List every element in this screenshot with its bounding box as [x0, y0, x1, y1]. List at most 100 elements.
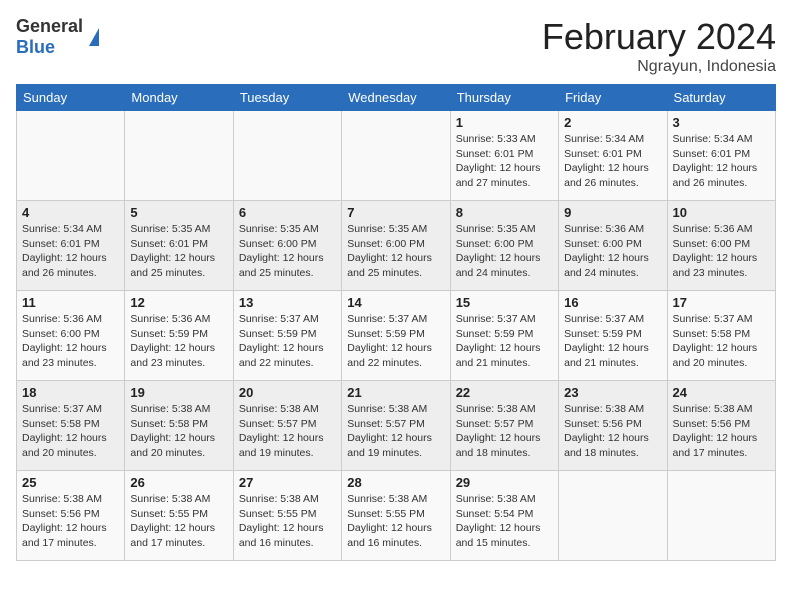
day-info: Sunrise: 5:37 AMSunset: 5:59 PMDaylight:… [239, 312, 336, 371]
day-number: 23 [564, 385, 661, 400]
day-info: Sunrise: 5:38 AMSunset: 5:55 PMDaylight:… [130, 492, 227, 551]
calendar-cell: 27 Sunrise: 5:38 AMSunset: 5:55 PMDayligh… [233, 471, 341, 561]
day-number: 6 [239, 205, 336, 220]
calendar-cell: 5Sunrise: 5:35 AMSunset: 6:01 PMDaylight… [125, 201, 233, 291]
day-number: 4 [22, 205, 119, 220]
calendar-cell [667, 471, 775, 561]
calendar-cell: 2 Sunrise: 5:34 AMSunset: 6:01 PMDaylight… [559, 111, 667, 201]
day-number: 10 [673, 205, 770, 220]
day-info: Sunrise: 5:37 AMSunset: 5:59 PMDaylight:… [456, 312, 553, 371]
day-info: Sunrise: 5:37 AMSunset: 5:58 PMDaylight:… [673, 312, 770, 371]
day-info: Sunrise: 5:38 AMSunset: 5:56 PMDaylight:… [22, 492, 119, 551]
calendar-cell: 9 Sunrise: 5:36 AMSunset: 6:00 PMDaylight… [559, 201, 667, 291]
title-block: February 2024 Ngrayun, Indonesia [542, 16, 776, 76]
calendar-cell: 17 Sunrise: 5:37 AMSunset: 5:58 PMDayligh… [667, 291, 775, 381]
calendar-cell [233, 111, 341, 201]
weekday-header-thursday: Thursday [450, 85, 558, 111]
calendar-cell [342, 111, 450, 201]
day-info: Sunrise: 5:37 AMSunset: 5:58 PMDaylight:… [22, 402, 119, 461]
day-number: 13 [239, 295, 336, 310]
day-info: Sunrise: 5:38 AMSunset: 5:58 PMDaylight:… [130, 402, 227, 461]
calendar-week-1: 1 Sunrise: 5:33 AMSunset: 6:01 PMDaylight… [17, 111, 776, 201]
day-number: 12 [130, 295, 227, 310]
weekday-header-wednesday: Wednesday [342, 85, 450, 111]
day-number: 21 [347, 385, 444, 400]
calendar-cell [559, 471, 667, 561]
day-number: 27 [239, 475, 336, 490]
day-info: Sunrise: 5:37 AMSunset: 5:59 PMDaylight:… [347, 312, 444, 371]
calendar-cell: 10Sunrise: 5:36 AMSunset: 6:00 PMDayligh… [667, 201, 775, 291]
day-info: Sunrise: 5:38 AMSunset: 5:54 PMDaylight:… [456, 492, 553, 551]
day-number: 18 [22, 385, 119, 400]
day-number: 24 [673, 385, 770, 400]
logo: General Blue [16, 16, 99, 58]
day-number: 8 [456, 205, 553, 220]
day-number: 26 [130, 475, 227, 490]
day-info: Sunrise: 5:36 AMSunset: 6:00 PMDaylight:… [22, 312, 119, 371]
calendar-cell: 7 Sunrise: 5:35 AMSunset: 6:00 PMDaylight… [342, 201, 450, 291]
calendar-cell [17, 111, 125, 201]
day-number: 9 [564, 205, 661, 220]
day-info: Sunrise: 5:38 AMSunset: 5:55 PMDaylight:… [239, 492, 336, 551]
day-info: Sunrise: 5:38 AMSunset: 5:57 PMDaylight:… [456, 402, 553, 461]
logo-general: General [16, 16, 83, 36]
day-number: 17 [673, 295, 770, 310]
calendar-cell: 28 Sunrise: 5:38 AMSunset: 5:55 PMDayligh… [342, 471, 450, 561]
calendar-cell: 21 Sunrise: 5:38 AMSunset: 5:57 PMDayligh… [342, 381, 450, 471]
calendar-cell: 14Sunrise: 5:37 AMSunset: 5:59 PMDayligh… [342, 291, 450, 381]
day-info: Sunrise: 5:38 AMSunset: 5:55 PMDaylight:… [347, 492, 444, 551]
day-info: Sunrise: 5:35 AMSunset: 6:00 PMDaylight:… [347, 222, 444, 281]
calendar-week-3: 11Sunrise: 5:36 AMSunset: 6:00 PMDayligh… [17, 291, 776, 381]
month-title: February 2024 [542, 16, 776, 58]
day-info: Sunrise: 5:34 AMSunset: 6:01 PMDaylight:… [564, 132, 661, 191]
calendar-header: SundayMondayTuesdayWednesdayThursdayFrid… [17, 85, 776, 111]
day-number: 16 [564, 295, 661, 310]
day-info: Sunrise: 5:37 AMSunset: 5:59 PMDaylight:… [564, 312, 661, 371]
day-info: Sunrise: 5:34 AMSunset: 6:01 PMDaylight:… [673, 132, 770, 191]
day-info: Sunrise: 5:33 AMSunset: 6:01 PMDaylight:… [456, 132, 553, 191]
day-number: 25 [22, 475, 119, 490]
calendar-cell: 18 Sunrise: 5:37 AMSunset: 5:58 PMDayligh… [17, 381, 125, 471]
calendar-cell: 4 Sunrise: 5:34 AMSunset: 6:01 PMDaylight… [17, 201, 125, 291]
day-number: 2 [564, 115, 661, 130]
calendar-cell: 25 Sunrise: 5:38 AMSunset: 5:56 PMDayligh… [17, 471, 125, 561]
calendar-cell [125, 111, 233, 201]
day-info: Sunrise: 5:38 AMSunset: 5:57 PMDaylight:… [239, 402, 336, 461]
day-number: 1 [456, 115, 553, 130]
weekday-header-friday: Friday [559, 85, 667, 111]
location-subtitle: Ngrayun, Indonesia [542, 58, 776, 76]
day-info: Sunrise: 5:35 AMSunset: 6:00 PMDaylight:… [239, 222, 336, 281]
calendar-cell: 3Sunrise: 5:34 AMSunset: 6:01 PMDaylight… [667, 111, 775, 201]
calendar-cell: 15 Sunrise: 5:37 AMSunset: 5:59 PMDayligh… [450, 291, 558, 381]
day-info: Sunrise: 5:34 AMSunset: 6:01 PMDaylight:… [22, 222, 119, 281]
calendar-cell: 8 Sunrise: 5:35 AMSunset: 6:00 PMDaylight… [450, 201, 558, 291]
day-info: Sunrise: 5:38 AMSunset: 5:56 PMDaylight:… [564, 402, 661, 461]
day-info: Sunrise: 5:36 AMSunset: 6:00 PMDaylight:… [564, 222, 661, 281]
day-number: 20 [239, 385, 336, 400]
calendar-cell: 20 Sunrise: 5:38 AMSunset: 5:57 PMDayligh… [233, 381, 341, 471]
weekday-header-saturday: Saturday [667, 85, 775, 111]
day-info: Sunrise: 5:35 AMSunset: 6:00 PMDaylight:… [456, 222, 553, 281]
calendar-cell: 12 Sunrise: 5:36 AMSunset: 5:59 PMDayligh… [125, 291, 233, 381]
weekday-header-tuesday: Tuesday [233, 85, 341, 111]
day-info: Sunrise: 5:38 AMSunset: 5:57 PMDaylight:… [347, 402, 444, 461]
logo-text: General Blue [16, 16, 83, 58]
calendar-table: SundayMondayTuesdayWednesdayThursdayFrid… [16, 84, 776, 561]
calendar-cell: 1 Sunrise: 5:33 AMSunset: 6:01 PMDaylight… [450, 111, 558, 201]
day-info: Sunrise: 5:36 AMSunset: 5:59 PMDaylight:… [130, 312, 227, 371]
day-number: 7 [347, 205, 444, 220]
calendar-cell: 13 Sunrise: 5:37 AMSunset: 5:59 PMDayligh… [233, 291, 341, 381]
logo-triangle-icon [89, 28, 99, 46]
calendar-week-4: 18 Sunrise: 5:37 AMSunset: 5:58 PMDayligh… [17, 381, 776, 471]
day-number: 29 [456, 475, 553, 490]
calendar-cell: 11Sunrise: 5:36 AMSunset: 6:00 PMDayligh… [17, 291, 125, 381]
day-info: Sunrise: 5:38 AMSunset: 5:56 PMDaylight:… [673, 402, 770, 461]
calendar-cell: 22Sunrise: 5:38 AMSunset: 5:57 PMDayligh… [450, 381, 558, 471]
day-number: 28 [347, 475, 444, 490]
calendar-cell: 24 Sunrise: 5:38 AMSunset: 5:56 PMDayligh… [667, 381, 775, 471]
calendar-body: 1 Sunrise: 5:33 AMSunset: 6:01 PMDaylight… [17, 111, 776, 561]
weekday-header-row: SundayMondayTuesdayWednesdayThursdayFrid… [17, 85, 776, 111]
day-number: 5 [130, 205, 227, 220]
day-number: 15 [456, 295, 553, 310]
page-header: General Blue February 2024 Ngrayun, Indo… [16, 16, 776, 76]
